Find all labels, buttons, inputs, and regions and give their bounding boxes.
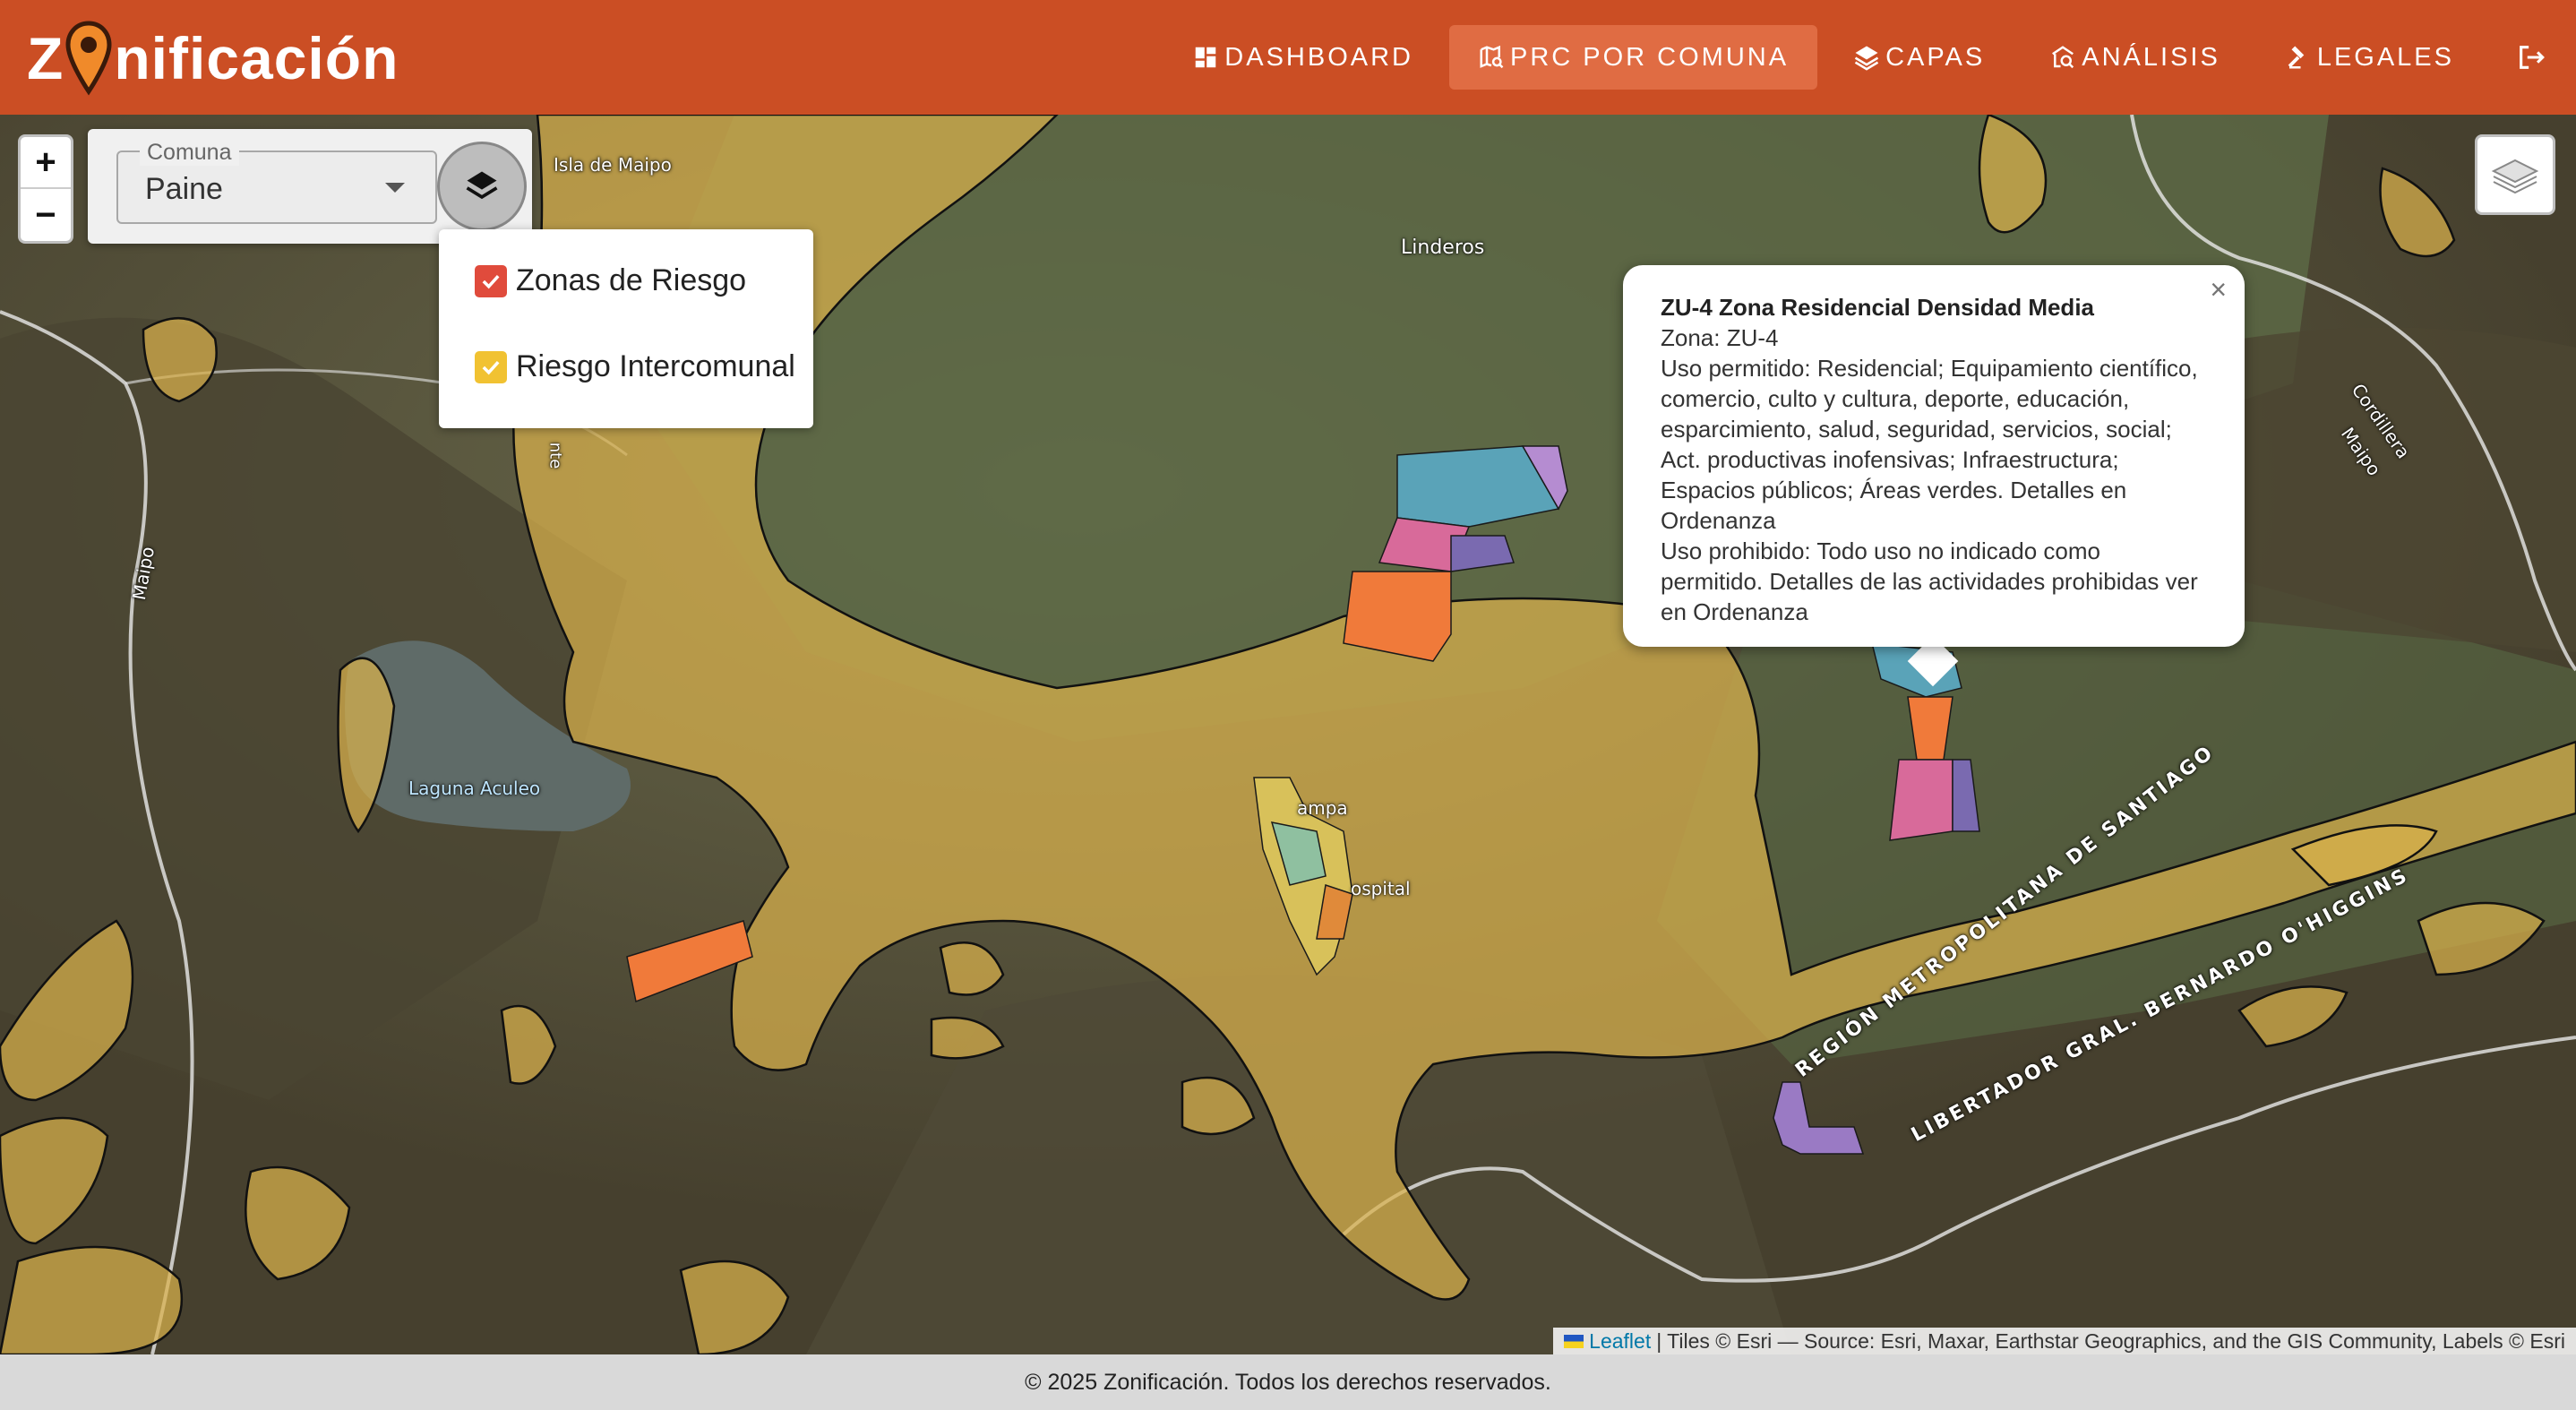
map-label-hospital: ospital bbox=[1351, 878, 1411, 899]
map-label-linderos: Linderos bbox=[1401, 236, 1485, 259]
attribution-text: | Tiles © Esri — Source: Esri, Maxar, Ea… bbox=[1656, 1329, 2565, 1353]
nav-label: DASHBOARD bbox=[1224, 42, 1413, 72]
stacked-layers-icon bbox=[2491, 159, 2539, 194]
leaflet-link[interactable]: Leaflet bbox=[1589, 1328, 1651, 1354]
map-search-icon bbox=[1480, 45, 1504, 69]
map-label-isla-de-maipo: Isla de Maipo bbox=[554, 154, 672, 176]
popup-uso-prohibido: Uso prohibido: Todo uso no indicado como… bbox=[1661, 537, 2198, 625]
comuna-select[interactable]: Comuna Paine bbox=[116, 140, 437, 224]
nav-prc-por-comuna[interactable]: PRC POR COMUNA bbox=[1449, 25, 1818, 90]
zoom-control: + − bbox=[18, 134, 73, 244]
checkbox-checked-icon[interactable] bbox=[475, 350, 507, 383]
comuna-label: Comuna bbox=[140, 140, 239, 166]
layers-icon bbox=[466, 171, 498, 200]
layers-menu: Zonas de Riesgo Riesgo Intercomunal bbox=[439, 229, 813, 428]
gavel-icon bbox=[2288, 46, 2305, 69]
nav-dashboard[interactable]: DASHBOARD bbox=[1163, 25, 1442, 90]
zone-info-popup: × ZU-4 Zona Residencial Densidad Media Z… bbox=[1623, 265, 2245, 647]
ukraine-flag-icon bbox=[1564, 1334, 1584, 1348]
layer-label: Zonas de Riesgo bbox=[516, 263, 747, 297]
nav-legales[interactable]: LEGALES bbox=[2256, 25, 2483, 90]
map-label-laguna-aculeo: Laguna Aculeo bbox=[408, 778, 541, 799]
map-label-partial: nte bbox=[545, 442, 565, 469]
popup-close-button[interactable]: × bbox=[2210, 274, 2227, 305]
top-navbar: Z nificación DASHBOARD PRC POR COMUNA CA… bbox=[0, 0, 2576, 115]
popup-title: ZU-4 Zona Residencial Densidad Media bbox=[1661, 294, 2094, 321]
nav-label: PRC POR COMUNA bbox=[1510, 42, 1790, 72]
layers-icon bbox=[1854, 46, 1879, 71]
logout-icon bbox=[2520, 46, 2545, 69]
dropdown-caret-icon bbox=[385, 183, 405, 193]
nav-capas[interactable]: CAPAS bbox=[1825, 25, 2014, 90]
layer-zonas-de-riesgo[interactable]: Zonas de Riesgo bbox=[475, 263, 746, 298]
layer-riesgo-intercomunal[interactable]: Riesgo Intercomunal bbox=[475, 349, 795, 384]
popup-zona: Zona: ZU-4 bbox=[1661, 324, 1779, 351]
nav-label: ANÁLISIS bbox=[2082, 42, 2220, 72]
logo-text-end: nificación bbox=[114, 25, 399, 91]
logout-button[interactable] bbox=[2486, 25, 2576, 90]
map-attribution: Leaflet | Tiles © Esri — Source: Esri, M… bbox=[1553, 1328, 2576, 1354]
layers-toggle-button[interactable] bbox=[437, 142, 527, 231]
main-nav: DASHBOARD PRC POR COMUNA CAPAS ANÁLISIS … bbox=[1160, 0, 2576, 115]
dashboard-icon bbox=[1196, 47, 1216, 68]
comuna-value: Paine bbox=[145, 172, 223, 206]
map-view[interactable]: Isla de Maipo Linderos Laguna Aculeo amp… bbox=[0, 115, 2576, 1354]
nav-label: CAPAS bbox=[1885, 42, 1986, 72]
basemap-switcher-button[interactable] bbox=[2475, 134, 2555, 215]
comuna-panel: Comuna Paine bbox=[88, 129, 532, 244]
page-footer: © 2025 Zonificación. Todos los derechos … bbox=[0, 1354, 2576, 1410]
nav-analisis[interactable]: ANÁLISIS bbox=[2021, 25, 2249, 90]
app-logo[interactable]: Z nificación bbox=[27, 20, 399, 97]
analysis-icon bbox=[2052, 46, 2074, 69]
map-label-paine: ampa bbox=[1297, 797, 1348, 819]
footer-copyright: © 2025 Zonificación. Todos los derechos … bbox=[1025, 1369, 1551, 1395]
popup-uso-permitido: Uso permitido: Residencial; Equipamiento… bbox=[1661, 355, 2198, 534]
layer-label: Riesgo Intercomunal bbox=[516, 349, 795, 383]
map-pin-icon bbox=[65, 21, 112, 96]
zoom-in-button[interactable]: + bbox=[21, 137, 71, 189]
logo-text-start: Z bbox=[27, 25, 64, 91]
checkbox-checked-icon[interactable] bbox=[475, 264, 507, 297]
zoom-out-button[interactable]: − bbox=[21, 189, 71, 241]
nav-label: LEGALES bbox=[2316, 42, 2454, 72]
